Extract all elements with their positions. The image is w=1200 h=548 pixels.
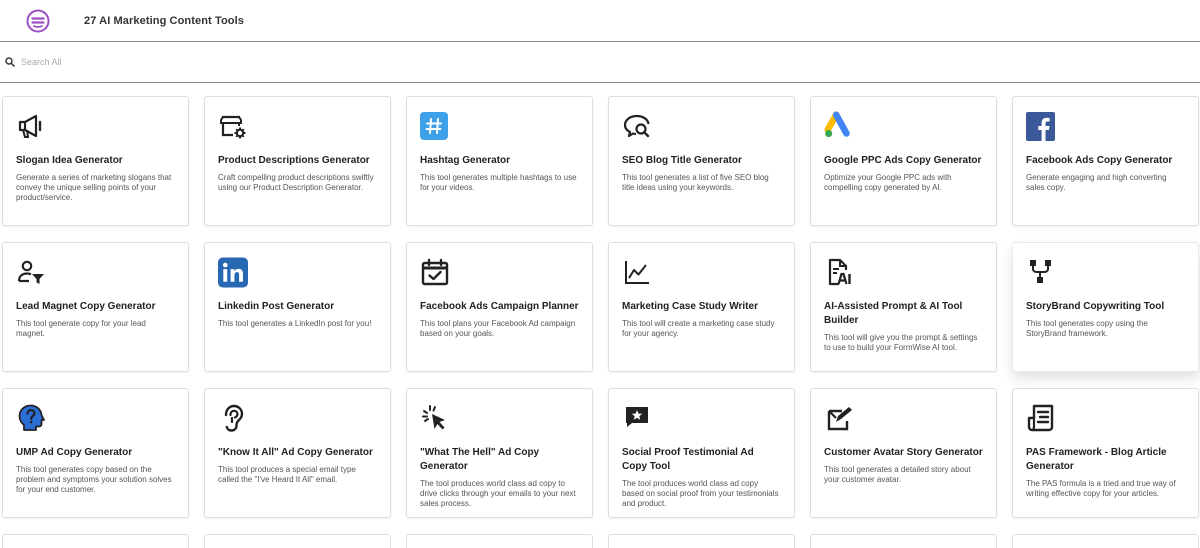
linkedin-icon bbox=[218, 257, 248, 287]
card-description: This tool will give you the prompt & set… bbox=[824, 333, 978, 352]
card-title: Marketing Case Study Writer bbox=[622, 301, 758, 312]
card-description: The PAS formula is a tried and true way … bbox=[1026, 479, 1176, 498]
tool-card-partial[interactable] bbox=[608, 534, 795, 548]
megaphone-icon bbox=[16, 111, 46, 141]
tool-card-partial[interactable] bbox=[1012, 534, 1199, 548]
page-title: 27 AI Marketing Content Tools bbox=[84, 14, 244, 27]
tool-card-facebook-ads-campaign-planner[interactable]: Facebook Ads Campaign Planner This tool … bbox=[406, 242, 593, 372]
card-title: Facebook Ads Copy Generator bbox=[1026, 155, 1173, 166]
calendar-check-icon bbox=[420, 257, 450, 287]
card-description: This tool generates a LinkedIn post for … bbox=[218, 319, 372, 328]
edit-square-icon bbox=[824, 403, 854, 433]
tool-card-hashtag-generator[interactable]: Hashtag Generator This tool generates mu… bbox=[406, 96, 593, 226]
search-chat-icon bbox=[622, 111, 652, 141]
card-title: UMP Ad Copy Generator bbox=[16, 447, 133, 458]
card-description: Generate engaging and high converting sa… bbox=[1026, 173, 1167, 192]
tool-card-social-proof-testimonial-ad-copy-tool[interactable]: Social Proof Testimonial Ad Copy Tool Th… bbox=[608, 388, 795, 518]
card-description: This tool generates copy based on the pr… bbox=[16, 465, 172, 494]
card-title: Customer Avatar Story Generator bbox=[824, 447, 983, 458]
next-row-cards bbox=[2, 534, 1199, 548]
card-title: PAS Framework - Blog Article Generator bbox=[1026, 447, 1167, 472]
card-description: Craft compelling product descriptions sw… bbox=[218, 173, 374, 192]
hashtag-icon bbox=[420, 111, 450, 141]
tool-card-what-the-hell-ad-copy-generator[interactable]: "What The Hell" Ad Copy Generator The to… bbox=[406, 388, 593, 518]
tool-card-customer-avatar-story-generator[interactable]: Customer Avatar Story Generator This too… bbox=[810, 388, 997, 518]
article-icon bbox=[1026, 403, 1056, 433]
card-title: Slogan Idea Generator bbox=[16, 155, 123, 166]
tool-card-pas-framework-blog-article-generator[interactable]: PAS Framework - Blog Article Generator T… bbox=[1012, 388, 1199, 518]
card-title: Linkedin Post Generator bbox=[218, 301, 335, 312]
tool-card-lead-magnet-copy-generator[interactable]: Lead Magnet Copy Generator This tool gen… bbox=[2, 242, 189, 372]
card-description: Optimize your Google PPC ads with compel… bbox=[824, 173, 952, 192]
card-title: StoryBrand Copywriting Tool bbox=[1026, 301, 1165, 312]
search-icon bbox=[5, 57, 15, 67]
formwise-logo-icon[interactable] bbox=[26, 9, 50, 33]
tool-card-seo-blog-title-generator[interactable]: SEO Blog Title Generator This tool gener… bbox=[608, 96, 795, 226]
card-title: Hashtag Generator bbox=[420, 155, 511, 166]
tool-card-storybrand-copywriting-tool[interactable]: StoryBrand Copywriting Tool This tool ge… bbox=[1012, 242, 1199, 372]
tool-card-facebook-ads-copy-generator[interactable]: Facebook Ads Copy Generator Generate eng… bbox=[1012, 96, 1199, 226]
card-description: This tool generates a list of five SEO b… bbox=[622, 173, 769, 192]
tools-grid: Slogan Idea Generator Generate a series … bbox=[2, 96, 1199, 518]
tool-card-partial[interactable] bbox=[204, 534, 391, 548]
tool-card-marketing-case-study-writer[interactable]: Marketing Case Study Writer This tool wi… bbox=[608, 242, 795, 372]
card-title: "What The Hell" Ad Copy Generator bbox=[420, 447, 540, 472]
flow-diagram-icon bbox=[1026, 257, 1056, 287]
card-description: Generate a series of marketing slogans t… bbox=[16, 173, 172, 202]
ai-document-icon bbox=[824, 257, 854, 287]
facebook-icon bbox=[1026, 111, 1056, 141]
card-title: SEO Blog Title Generator bbox=[622, 155, 742, 166]
tool-card-linkedin-post-generator[interactable]: Linkedin Post Generator This tool genera… bbox=[204, 242, 391, 372]
tool-card-partial[interactable] bbox=[2, 534, 189, 548]
card-description: This tool produces a special email type … bbox=[218, 465, 356, 484]
card-description: This tool generates copy using the Story… bbox=[1026, 319, 1148, 338]
card-title: AI-Assisted Prompt & AI Tool Builder bbox=[824, 301, 963, 326]
card-title: "Know It All" Ad Copy Generator bbox=[218, 447, 373, 458]
card-title: Lead Magnet Copy Generator bbox=[16, 301, 156, 312]
tool-card-partial[interactable] bbox=[406, 534, 593, 548]
line-chart-icon bbox=[622, 257, 652, 287]
tool-card-know-it-all-ad-copy-generator[interactable]: "Know It All" Ad Copy Generator This too… bbox=[204, 388, 391, 518]
cursor-click-icon bbox=[420, 403, 450, 433]
card-title: Product Descriptions Generator bbox=[218, 155, 370, 166]
card-title: Facebook Ads Campaign Planner bbox=[420, 301, 579, 312]
tool-card-partial[interactable] bbox=[810, 534, 997, 548]
google-ads-icon bbox=[824, 111, 854, 141]
search-bar bbox=[0, 42, 1200, 83]
user-filter-icon bbox=[16, 257, 46, 287]
tool-card-product-descriptions-generator[interactable]: Product Descriptions Generator Craft com… bbox=[204, 96, 391, 226]
head-question-icon bbox=[16, 403, 46, 433]
card-title: Social Proof Testimonial Ad Copy Tool bbox=[622, 447, 754, 472]
card-description: This tool generates multiple hashtags to… bbox=[420, 173, 577, 192]
tool-card-google-ppc-ads-copy-generator[interactable]: Google PPC Ads Copy Generator Optimize y… bbox=[810, 96, 997, 226]
app-header: 27 AI Marketing Content Tools bbox=[0, 0, 1200, 42]
search-input[interactable] bbox=[21, 57, 421, 67]
star-message-icon bbox=[622, 403, 652, 433]
tool-card-ai-assisted-prompt-builder[interactable]: AI-Assisted Prompt & AI Tool Builder Thi… bbox=[810, 242, 997, 372]
card-description: The tool produces world class ad copy to… bbox=[420, 479, 576, 508]
card-description: The tool produces world class ad copy ba… bbox=[622, 479, 779, 508]
card-description: This tool generates a detailed story abo… bbox=[824, 465, 971, 484]
ear-icon bbox=[218, 403, 248, 433]
tool-card-ump-ad-copy-generator[interactable]: UMP Ad Copy Generator This tool generate… bbox=[2, 388, 189, 518]
card-title: Google PPC Ads Copy Generator bbox=[824, 155, 982, 166]
card-description: This tool will create a marketing case s… bbox=[622, 319, 775, 338]
card-description: This tool plans your Facebook Ad campaig… bbox=[420, 319, 576, 338]
store-gear-icon bbox=[218, 111, 248, 141]
tool-card-slogan-idea-generator[interactable]: Slogan Idea Generator Generate a series … bbox=[2, 96, 189, 226]
card-description: This tool generate copy for your lead ma… bbox=[16, 319, 146, 338]
